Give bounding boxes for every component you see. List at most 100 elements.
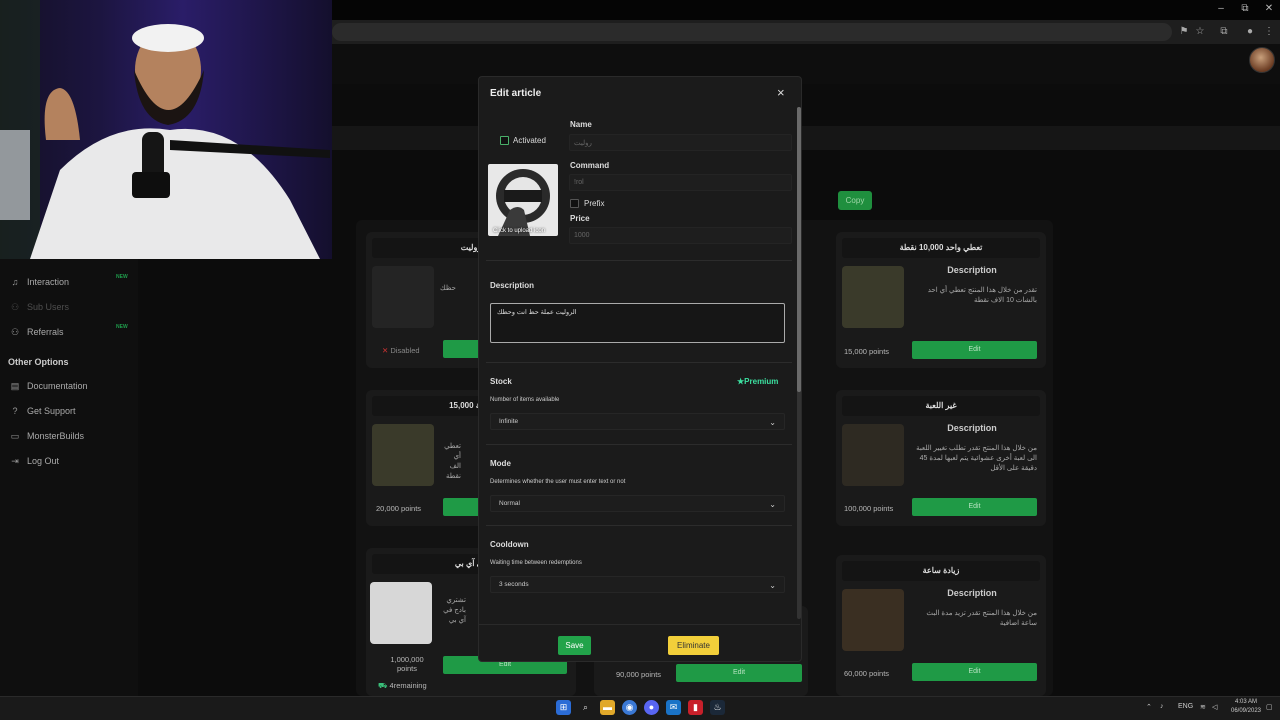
- notification-icon[interactable]: ▢: [1266, 703, 1273, 711]
- card-desc: تعطي أي الف نقطة: [444, 443, 461, 480]
- wifi-icon[interactable]: ≋: [1200, 703, 1206, 711]
- new-badge: NEW: [116, 324, 128, 330]
- mode-sub: Determines whether the user must enter t…: [490, 479, 626, 485]
- search-icon[interactable]: ⌕: [578, 700, 593, 715]
- outlook-icon[interactable]: ✉: [666, 700, 681, 715]
- card-remaining: ⛟ 4remaining: [378, 681, 427, 690]
- cooldown-label: Cooldown: [490, 540, 529, 549]
- edit-button[interactable]: Edit: [912, 498, 1037, 516]
- avatar[interactable]: [1249, 47, 1275, 73]
- sidebar-item-referrals[interactable]: ⚇ Referrals NEW: [10, 324, 128, 339]
- sidebar-item-documentation[interactable]: ▤ Documentation: [10, 379, 88, 393]
- icon-upload-area[interactable]: [488, 164, 558, 236]
- stock-select[interactable]: Infinite ⌄: [490, 413, 785, 430]
- volume-icon[interactable]: ◁: [1212, 703, 1217, 711]
- copy-button[interactable]: Copy: [838, 191, 872, 210]
- premium-badge: ★Premium: [737, 377, 779, 386]
- card-desc: تشتري بادج في آي بي: [443, 597, 466, 624]
- chevron-down-icon: ⌄: [769, 500, 776, 509]
- cooldown-select[interactable]: 3 seconds ⌄: [490, 576, 785, 593]
- clock-date[interactable]: 06/09/2023: [1226, 708, 1266, 714]
- prefix-label: Prefix: [584, 199, 605, 208]
- chrome-icon[interactable]: ◉: [622, 700, 637, 715]
- chevron-down-icon: ⌄: [769, 418, 776, 427]
- logout-icon: ⇥: [11, 456, 19, 466]
- edit-button[interactable]: Edit: [912, 341, 1037, 359]
- box-icon: [370, 582, 432, 644]
- card-points: 90,000 points: [616, 670, 662, 679]
- eliminate-button[interactable]: Eliminate: [668, 636, 719, 655]
- sidebar-item-get-support[interactable]: ? Get Support: [10, 404, 76, 418]
- mic-icon[interactable]: ♪: [1160, 703, 1164, 710]
- mode-label: Mode: [490, 459, 511, 468]
- name-label: Name: [570, 120, 592, 129]
- close-window-button[interactable]: ✕: [1258, 3, 1280, 14]
- divider: [486, 260, 792, 261]
- users-icon: ⚇: [10, 302, 20, 312]
- card-points: 20,000 points: [376, 504, 422, 513]
- sidebar-item-label: Get Support: [27, 406, 76, 416]
- cart-icon: ⛟: [378, 681, 388, 690]
- sidebar-item-interaction[interactable]: ♫ Interaction NEW: [10, 274, 128, 289]
- taskbar: [0, 696, 1280, 720]
- steam-icon[interactable]: ♨: [710, 700, 725, 715]
- sidebar-item-label: Referrals: [27, 327, 64, 337]
- card-title: تعطي واحد 10,000 نقطة: [842, 238, 1040, 258]
- clock-time[interactable]: 4:03 AM: [1228, 699, 1264, 705]
- extensions-icon[interactable]: ⧉: [1217, 25, 1231, 39]
- language-indicator[interactable]: ENG: [1178, 703, 1193, 710]
- profile-icon[interactable]: ●: [1243, 25, 1257, 39]
- help-icon: ?: [12, 406, 18, 416]
- edit-button[interactable]: Edit: [676, 664, 802, 682]
- command-label: Command: [570, 161, 610, 170]
- sidebar-item-label: Log Out: [27, 456, 60, 466]
- command-input[interactable]: !rol: [569, 174, 792, 191]
- card-image: [842, 589, 904, 651]
- translate-icon[interactable]: ⚑: [1177, 25, 1191, 39]
- files-icon[interactable]: ▬: [600, 700, 615, 715]
- app-icon[interactable]: ▮: [688, 700, 703, 715]
- price-label: Price: [570, 214, 590, 223]
- upload-caption: Click to upload icon: [493, 228, 546, 234]
- book-icon: ▤: [10, 381, 20, 391]
- name-input[interactable]: روليت: [569, 134, 792, 151]
- mode-select[interactable]: Normal ⌄: [490, 495, 785, 512]
- activated-checkbox[interactable]: [500, 136, 509, 145]
- address-bar[interactable]: [332, 23, 1172, 41]
- sidebar-item-log-out[interactable]: ⇥ Log Out: [10, 454, 59, 468]
- discord-icon[interactable]: ●: [644, 700, 659, 715]
- card-title: زيادة ساعة: [842, 561, 1040, 581]
- sidebar-item-label: MonsterBuilds: [27, 431, 85, 441]
- windows-icon[interactable]: ⊞: [556, 700, 571, 715]
- card-title: غير اللعبة: [842, 396, 1040, 416]
- card-desc-heading: Description: [947, 423, 997, 433]
- stock-label: Stock: [490, 377, 512, 386]
- edit-button[interactable]: [443, 498, 483, 516]
- star-icon[interactable]: ☆: [1193, 25, 1207, 39]
- product-card: تعطي واحد 10,000 نقطة Description تقدر م…: [836, 232, 1046, 368]
- edit-button[interactable]: [443, 340, 483, 358]
- sidebar-item-monsterbuilds[interactable]: ▭ MonsterBuilds: [10, 429, 84, 443]
- chevron-down-icon: ⌄: [769, 581, 776, 590]
- price-input[interactable]: 1000: [569, 227, 792, 244]
- music-icon: ♫: [11, 277, 19, 287]
- modal-scrollbar-thumb[interactable]: [797, 107, 801, 392]
- edit-button[interactable]: Edit: [912, 663, 1037, 681]
- menu-icon[interactable]: ⋮: [1262, 25, 1276, 39]
- tray-chevron-icon[interactable]: ⌃: [1146, 703, 1152, 711]
- cooldown-sub: Waiting time between redemptions: [490, 560, 582, 566]
- description-textarea[interactable]: الروليت عملة حظ انت وحظك: [490, 303, 785, 343]
- close-icon[interactable]: ×: [777, 85, 785, 100]
- sidebar-heading-other: Other Options: [8, 357, 69, 367]
- prefix-checkbox[interactable]: [570, 199, 579, 208]
- card-desc-heading: Description: [947, 265, 997, 275]
- sidebar-item-sub-users[interactable]: ⚇ Sub Users: [10, 300, 69, 314]
- card-image: [372, 266, 434, 328]
- product-card: غير اللعبة Description من خلال هذا المنت…: [836, 390, 1046, 526]
- maximize-button[interactable]: ⧉: [1234, 3, 1256, 14]
- divider: [486, 444, 792, 445]
- minimize-button[interactable]: –: [1210, 3, 1232, 14]
- description-label: Description: [490, 281, 535, 290]
- modal-title: Edit article: [490, 88, 542, 99]
- save-button[interactable]: Save: [558, 636, 591, 655]
